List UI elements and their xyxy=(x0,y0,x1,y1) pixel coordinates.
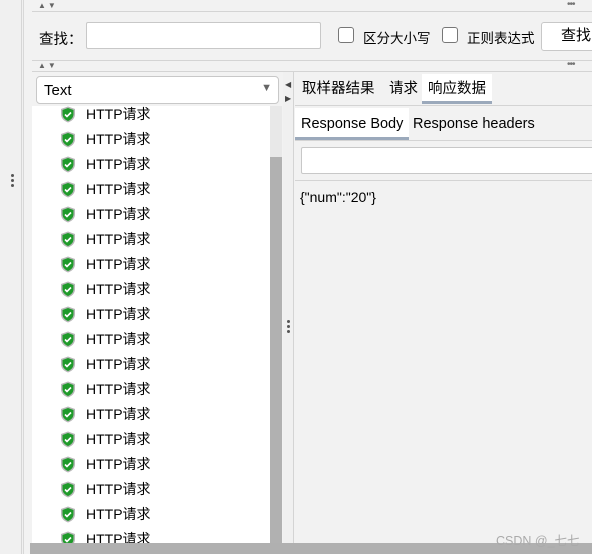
splitter-handle-icon[interactable] xyxy=(287,320,290,333)
tree-item[interactable]: HTTP请求 xyxy=(32,480,270,498)
response-search-input[interactable] xyxy=(301,147,592,174)
splitter-arrows-icon[interactable]: ◀ ▶ xyxy=(285,78,291,106)
tree-item[interactable]: HTTP请求 xyxy=(32,330,270,348)
divider xyxy=(32,60,592,61)
green-shield-check-icon xyxy=(60,281,76,298)
tree-item-label: HTTP请求 xyxy=(86,106,151,122)
green-shield-check-icon xyxy=(60,356,76,373)
tab-response-data[interactable]: 响应数据 xyxy=(422,74,492,104)
tab-request[interactable]: 请求 xyxy=(385,74,422,104)
divider xyxy=(32,11,592,12)
left-strip xyxy=(0,0,22,554)
tree-item[interactable]: HTTP请求 xyxy=(32,130,270,148)
find-button[interactable]: 查找 xyxy=(541,22,592,51)
tree-item-label: HTTP请求 xyxy=(86,506,151,522)
divider xyxy=(295,140,592,141)
green-shield-check-icon xyxy=(60,306,76,323)
tree-item-label: HTTP请求 xyxy=(86,406,151,422)
tree-item[interactable]: HTTP请求 xyxy=(32,205,270,223)
search-label: 查找： xyxy=(39,32,83,48)
green-shield-check-icon xyxy=(60,106,76,123)
tree-scrollbar-thumb[interactable] xyxy=(270,157,282,543)
renderer-select[interactable]: Text ▼ xyxy=(36,76,279,104)
tree-item-label: HTTP请求 xyxy=(86,306,151,322)
divider xyxy=(295,180,592,181)
tab-sampler-result[interactable]: 取样器结果 xyxy=(298,74,379,104)
tree-item[interactable]: HTTP请求 xyxy=(32,230,270,248)
renderer-select-value: Text xyxy=(44,82,72,99)
case-sensitive-label: 区分大小写 xyxy=(363,31,431,46)
green-shield-check-icon xyxy=(60,431,76,448)
result-tree[interactable]: HTTP请求 HTTP请求 HTTP请求 HTTP请求 HTTP请求 HTTP请求 HTTP… xyxy=(32,106,270,543)
green-shield-check-icon xyxy=(60,481,76,498)
green-shield-check-icon xyxy=(60,181,76,198)
response-panel xyxy=(295,72,592,543)
tree-item[interactable]: HTTP请求 xyxy=(32,305,270,323)
collapse-arrows-icon[interactable]: ▲▼ xyxy=(38,1,58,10)
green-shield-check-icon xyxy=(60,131,76,148)
case-sensitive-checkbox[interactable] xyxy=(338,27,354,43)
response-body-text[interactable]: {"num":"20"} xyxy=(300,189,376,205)
tree-item[interactable]: HTTP请求 xyxy=(32,380,270,398)
tree-item[interactable]: HTTP请求 xyxy=(32,430,270,448)
tree-item-label: HTTP请求 xyxy=(86,206,151,222)
regex-checkbox[interactable] xyxy=(442,27,458,43)
green-shield-check-icon xyxy=(60,206,76,223)
green-shield-check-icon xyxy=(60,331,76,348)
subtab-response-headers[interactable]: Response headers xyxy=(407,108,541,140)
splitter-handle-icon[interactable] xyxy=(11,174,15,187)
tree-item-label: HTTP请求 xyxy=(86,356,151,372)
tree-item[interactable]: HTTP请求 xyxy=(32,180,270,198)
tree-item[interactable]: HTTP请求 xyxy=(32,106,270,123)
tree-item-label: HTTP请求 xyxy=(86,281,151,297)
tree-item[interactable]: HTTP请求 xyxy=(32,155,270,173)
green-shield-check-icon xyxy=(60,456,76,473)
tree-item[interactable]: HTTP请求 xyxy=(32,455,270,473)
tree-item[interactable]: HTTP请求 xyxy=(32,255,270,273)
tree-item-label: HTTP请求 xyxy=(86,481,151,497)
search-input[interactable] xyxy=(86,22,321,49)
green-shield-check-icon xyxy=(60,406,76,423)
green-shield-check-icon xyxy=(60,531,76,543)
collapse-arrows-icon[interactable]: ▲▼ xyxy=(38,61,58,70)
tree-item-label: HTTP请求 xyxy=(86,456,151,472)
tree-item-label: HTTP请求 xyxy=(86,181,151,197)
tree-item[interactable]: HTTP请求 xyxy=(32,405,270,423)
subtab-response-body[interactable]: Response Body xyxy=(295,108,410,140)
tree-item-label: HTTP请求 xyxy=(86,381,151,397)
tree-item-label: HTTP请求 xyxy=(86,431,151,447)
green-shield-check-icon xyxy=(60,381,76,398)
tree-item-label: HTTP请求 xyxy=(86,331,151,347)
vertical-splitter[interactable] xyxy=(283,72,294,543)
watermark: CSDN @_七七 xyxy=(496,534,580,548)
tree-item[interactable]: HTTP请求 xyxy=(32,530,270,543)
divider xyxy=(295,105,592,106)
regex-label: 正则表达式 xyxy=(467,31,535,46)
tree-item[interactable]: HTTP请求 xyxy=(32,355,270,373)
chevron-down-icon: ▼ xyxy=(261,82,272,94)
tree-item-label: HTTP请求 xyxy=(86,256,151,272)
tree-item[interactable]: HTTP请求 xyxy=(32,280,270,298)
green-shield-check-icon xyxy=(60,156,76,173)
tree-item-label: HTTP请求 xyxy=(86,231,151,247)
green-shield-check-icon xyxy=(60,231,76,248)
more-dots-icon[interactable]: ••• xyxy=(567,59,575,70)
green-shield-check-icon xyxy=(60,506,76,523)
green-shield-check-icon xyxy=(60,256,76,273)
tree-item-label: HTTP请求 xyxy=(86,531,151,543)
tree-item-label: HTTP请求 xyxy=(86,156,151,172)
tree-item-label: HTTP请求 xyxy=(86,131,151,147)
tree-item[interactable]: HTTP请求 xyxy=(32,505,270,523)
more-dots-icon[interactable]: ••• xyxy=(567,0,575,10)
